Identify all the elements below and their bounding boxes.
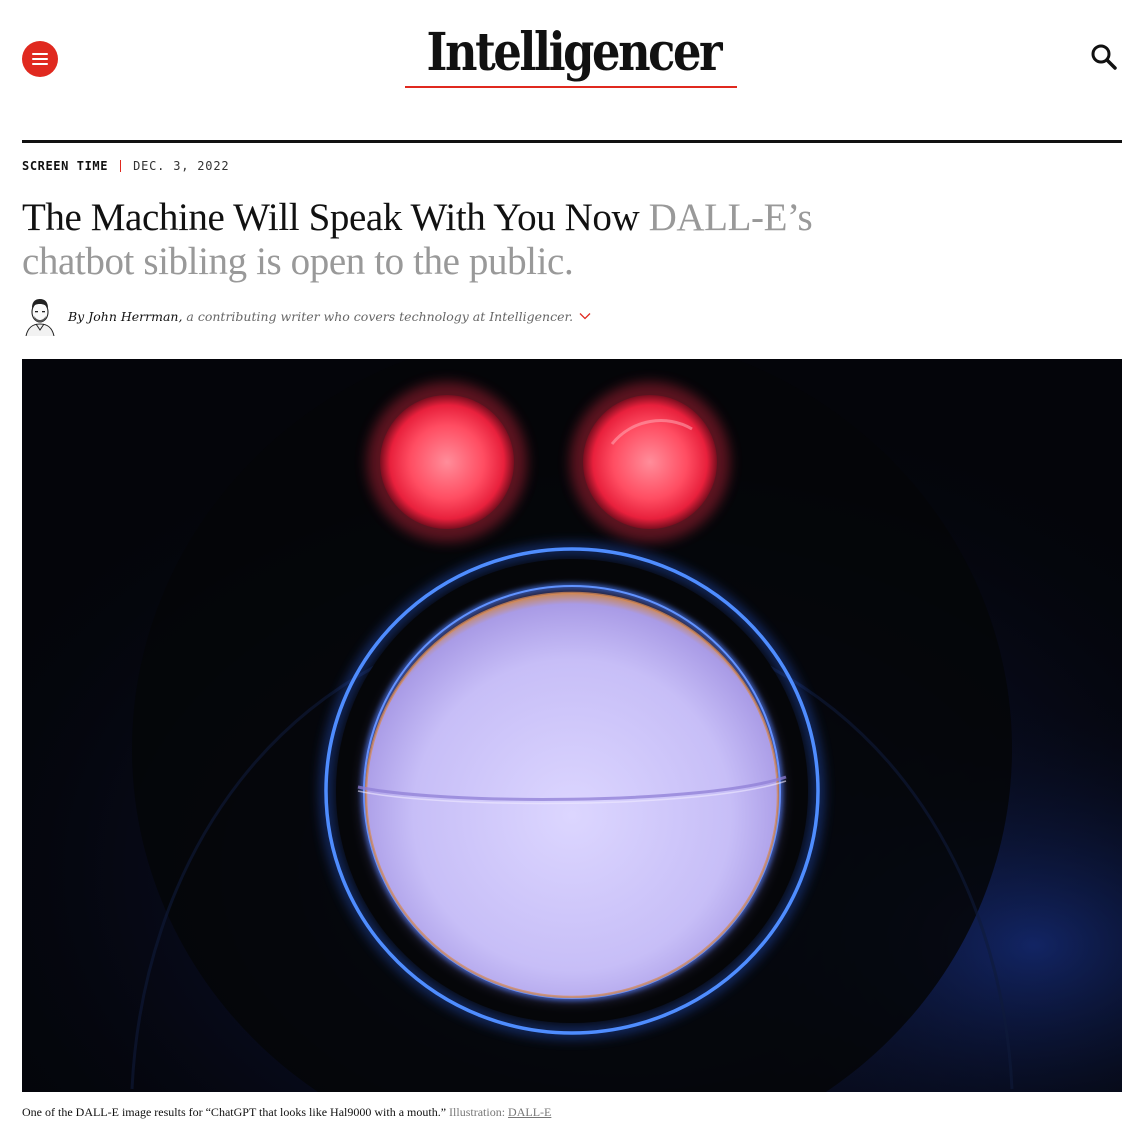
- search-icon: [1091, 44, 1117, 70]
- site-header: Intelligencer: [0, 0, 1141, 140]
- byline-prefix: By: [68, 308, 85, 324]
- caption-credit-label: Illustration:: [449, 1105, 506, 1119]
- hamburger-menu-icon: [32, 53, 48, 55]
- headline-text: The Machine Will Speak With You Now: [22, 196, 640, 239]
- author-link[interactable]: John Herrman,: [88, 309, 182, 324]
- section-link[interactable]: Screen Time: [22, 159, 108, 173]
- article-headline: The Machine Will Speak With You Now DALL…: [22, 196, 922, 284]
- robot-face-illustration: [22, 359, 1122, 1092]
- menu-button[interactable]: [22, 41, 58, 77]
- chevron-down-icon[interactable]: [579, 311, 591, 321]
- author-avatar[interactable]: [22, 296, 58, 336]
- byline: By John Herrman, a contributing writer w…: [22, 296, 591, 336]
- caption-text: One of the DALL-E image results for “Cha…: [22, 1105, 447, 1119]
- hero-image: [22, 359, 1122, 1092]
- byline-text: By John Herrman, a contributing writer w…: [68, 309, 573, 324]
- site-logo[interactable]: Intelligencer: [403, 20, 739, 92]
- image-caption: One of the DALL-E image results for “Cha…: [22, 1104, 1122, 1120]
- logo-wordmark: Intelligencer: [426, 22, 723, 83]
- search-button[interactable]: [1089, 42, 1119, 72]
- author-bio: a contributing writer who covers technol…: [186, 308, 574, 324]
- logo-underline: [405, 86, 737, 88]
- caption-credit-link[interactable]: DALL-E: [508, 1105, 551, 1119]
- rubric-divider: [120, 160, 122, 172]
- publish-date: Dec. 3, 2022: [133, 159, 230, 173]
- article-rubric: Screen Time Dec. 3, 2022: [22, 157, 229, 175]
- header-divider: [22, 140, 1122, 143]
